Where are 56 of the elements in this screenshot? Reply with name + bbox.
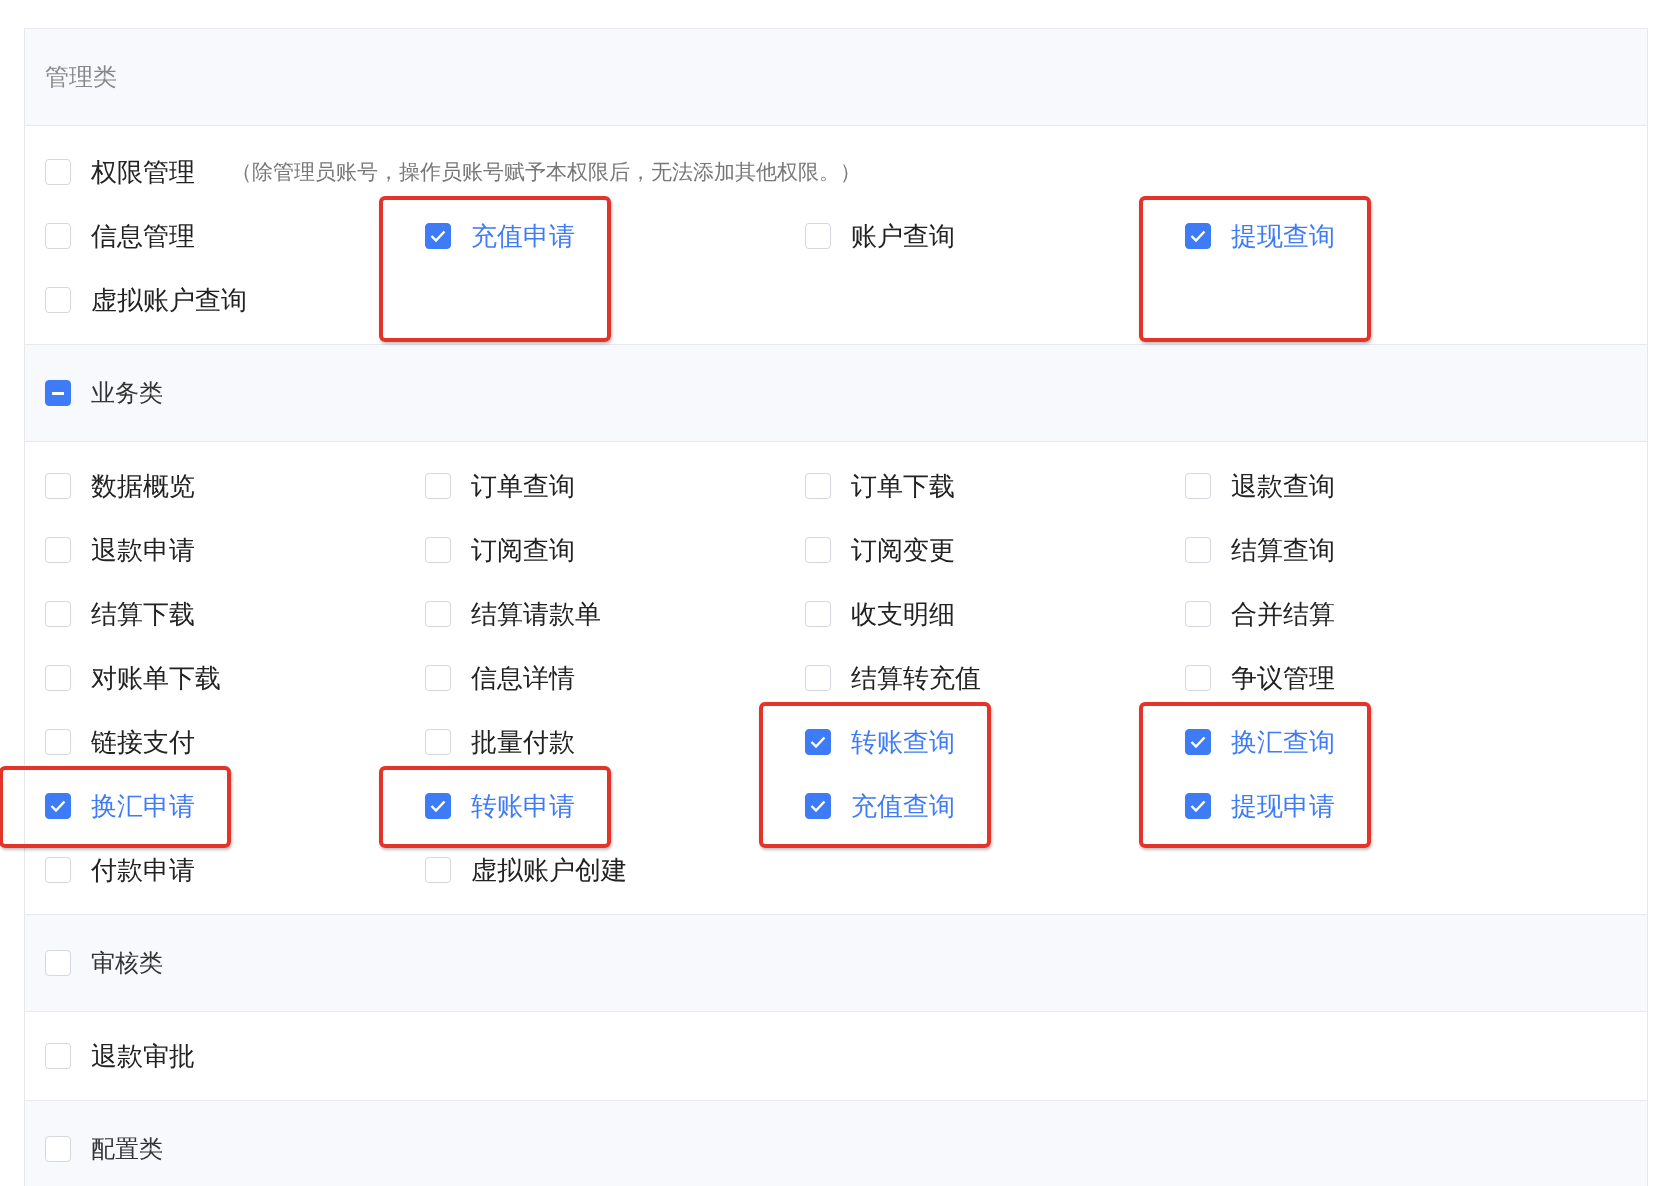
permission-label[interactable]: 数据概览 [91, 468, 195, 504]
check-icon [1190, 230, 1206, 242]
section-title: 配置类 [91, 1134, 163, 1164]
permission-checkbox[interactable] [805, 793, 831, 819]
section-title: 审核类 [91, 948, 163, 978]
check-icon [430, 800, 446, 812]
permission-checkbox[interactable] [1185, 729, 1211, 755]
check-icon [810, 736, 826, 748]
section-checkbox[interactable] [45, 380, 71, 406]
permission-label[interactable]: 争议管理 [1231, 660, 1335, 696]
permission-checkbox[interactable] [45, 793, 71, 819]
check-icon [1190, 800, 1206, 812]
permission-label[interactable]: 信息详情 [471, 660, 575, 696]
check-icon [810, 800, 826, 812]
permission-label[interactable]: 结算下载 [91, 596, 195, 632]
permission-checkbox[interactable] [1185, 793, 1211, 819]
permission-label[interactable]: 充值申请 [471, 218, 575, 254]
permission-checkbox[interactable] [425, 793, 451, 819]
permission-label[interactable]: 换汇查询 [1231, 724, 1335, 760]
permission-label[interactable]: 退款审批 [91, 1038, 195, 1074]
permission-note: （除管理员账号，操作员账号赋予本权限后，无法添加其他权限。） [231, 159, 861, 185]
permission-label[interactable]: 账户查询 [851, 218, 955, 254]
permission-checkbox[interactable] [1185, 223, 1211, 249]
permission-label[interactable]: 结算请款单 [471, 596, 601, 632]
permission-label[interactable]: 虚拟账户创建 [471, 852, 627, 888]
permission-label[interactable]: 退款申请 [91, 532, 195, 568]
permission-label[interactable]: 链接支付 [91, 724, 195, 760]
permission-label[interactable]: 换汇申请 [91, 788, 195, 824]
check-icon [50, 800, 66, 812]
check-icon [1190, 736, 1206, 748]
permission-label[interactable]: 结算查询 [1231, 532, 1335, 568]
permission-label[interactable]: 信息管理 [91, 218, 195, 254]
permission-checkbox[interactable] [425, 223, 451, 249]
permission-label[interactable]: 收支明细 [851, 596, 955, 632]
permission-label[interactable]: 合并结算 [1231, 596, 1335, 632]
permission-label[interactable]: 付款申请 [91, 852, 195, 888]
permission-label[interactable]: 订单查询 [471, 468, 575, 504]
section-title: 业务类 [91, 378, 163, 408]
permission-label[interactable]: 订单下载 [851, 468, 955, 504]
permission-label[interactable]: 提现查询 [1231, 218, 1335, 254]
permission-label[interactable]: 虚拟账户查询 [91, 282, 247, 318]
permission-label[interactable]: 退款查询 [1231, 468, 1335, 504]
permission-label[interactable]: 权限管理 [91, 154, 195, 190]
permission-label[interactable]: 转账查询 [851, 724, 955, 760]
section-title: 管理类 [45, 62, 117, 92]
permission-label[interactable]: 批量付款 [471, 724, 575, 760]
check-icon [430, 230, 446, 242]
permission-label[interactable]: 提现申请 [1231, 788, 1335, 824]
permission-label[interactable]: 订阅查询 [471, 532, 575, 568]
permission-label[interactable]: 订阅变更 [851, 532, 955, 568]
permission-checkbox[interactable] [805, 729, 831, 755]
permission-label[interactable]: 转账申请 [471, 788, 575, 824]
permission-label[interactable]: 对账单下载 [91, 660, 221, 696]
dash-icon [52, 391, 64, 395]
permission-label[interactable]: 结算转充值 [851, 660, 981, 696]
permission-label[interactable]: 充值查询 [851, 788, 955, 824]
